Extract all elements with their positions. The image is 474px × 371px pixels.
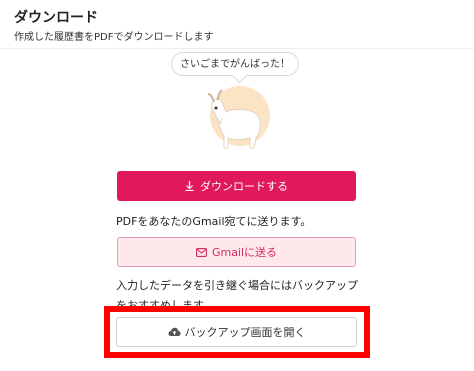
backup-description-line1: 入力したデータを引き継ぐ場合にはバックアップ	[116, 279, 358, 292]
gmail-send-button[interactable]: Gmailに送る	[117, 237, 356, 267]
page-subtitle: 作成した履歴書をPDFでダウンロードします	[14, 32, 214, 43]
open-backup-button[interactable]: バックアップ画面を開く	[116, 317, 357, 347]
download-button-label: ダウンロードする	[200, 180, 288, 193]
goat-mascot-illustration	[198, 82, 276, 152]
cloud-upload-icon	[168, 327, 181, 337]
download-button[interactable]: ダウンロードする	[117, 171, 356, 201]
page-header: ダウンロード 作成した履歴書をPDFでダウンロードします	[0, 0, 474, 49]
speech-bubble: さいごまでがんばった！	[171, 52, 299, 76]
gmail-send-button-label: Gmailに送る	[211, 246, 278, 259]
open-backup-button-label: バックアップ画面を開く	[184, 326, 306, 339]
mail-icon	[196, 247, 207, 257]
gmail-description: PDFをあなたのGmail宛てに送ります。	[116, 215, 312, 228]
download-icon	[185, 181, 194, 191]
page-title: ダウンロード	[14, 10, 98, 26]
